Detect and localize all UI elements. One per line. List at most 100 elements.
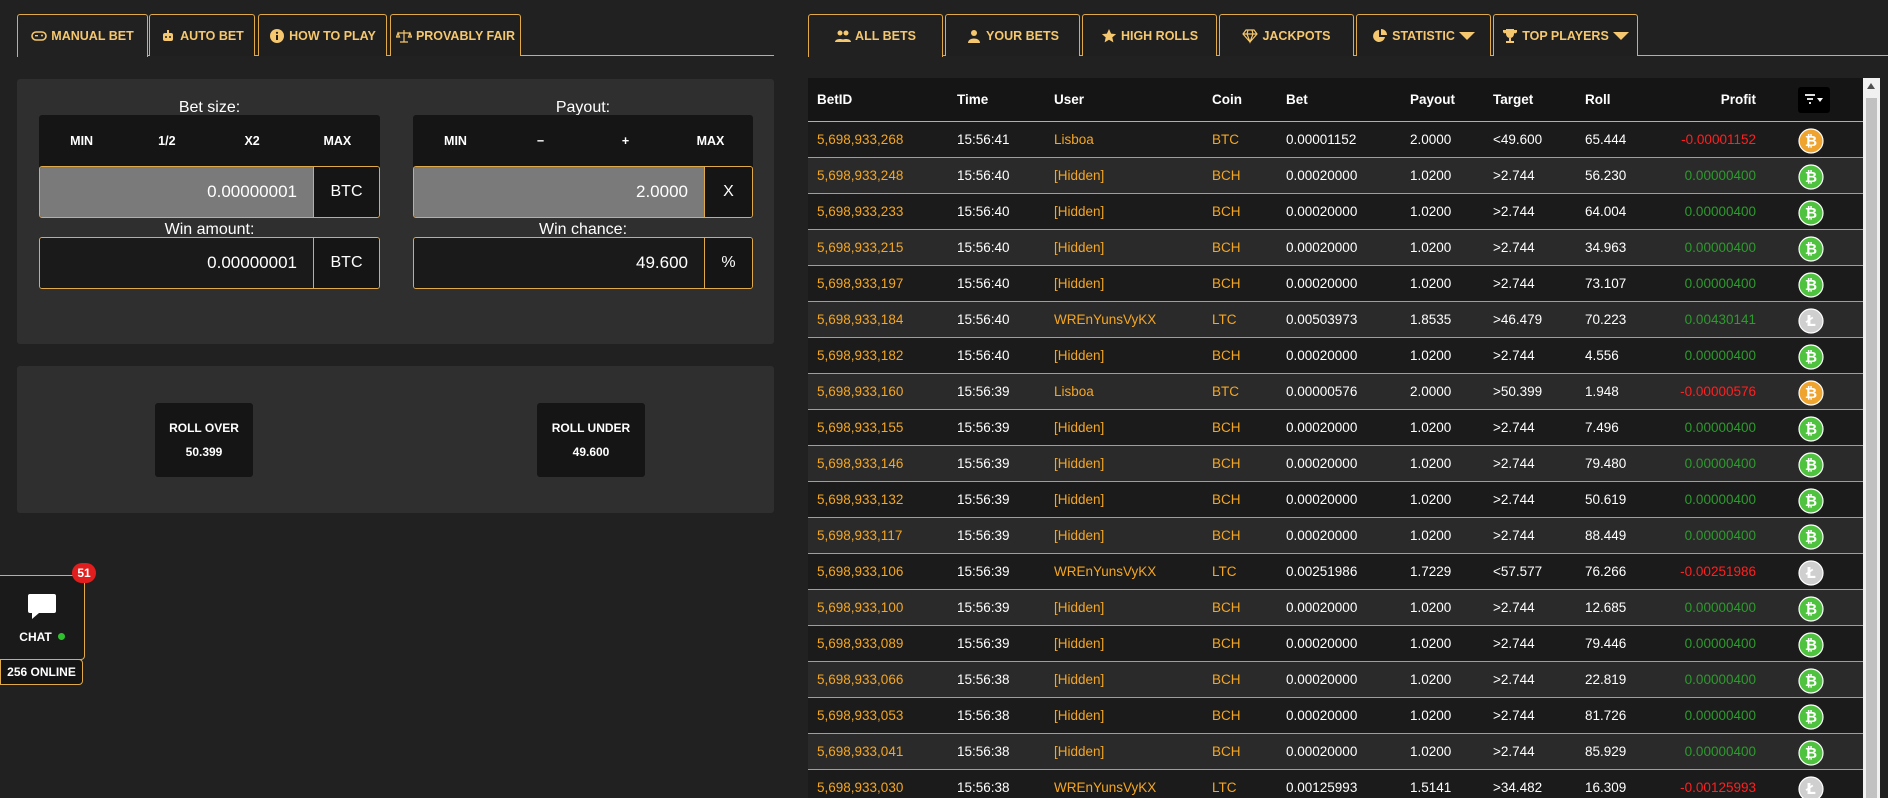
table-row[interactable]: 5,698,933,248 15:56:40 [Hidden] BCH 0.000200…	[808, 158, 1863, 194]
table-row[interactable]: 5,698,933,197 15:56:40 [Hidden] BCH 0.000200…	[808, 266, 1863, 302]
bet-user[interactable]: [Hidden]	[1054, 672, 1104, 687]
bet-id[interactable]: 5,698,933,248	[817, 168, 903, 183]
table-row[interactable]: 5,698,933,184 15:56:40 WREnYunsVyKX LTC 0.00…	[808, 302, 1863, 338]
table-row[interactable]: 5,698,933,053 15:56:38 [Hidden] BCH 0.000200…	[808, 698, 1863, 734]
payout-max-button[interactable]: MAX	[668, 115, 753, 167]
payout-increase-button[interactable]: +	[583, 115, 668, 167]
bet-user[interactable]: [Hidden]	[1054, 492, 1104, 507]
bet-id[interactable]: 5,698,933,197	[817, 276, 903, 291]
table-row[interactable]: 5,698,933,155 15:56:39 [Hidden] BCH 0.000200…	[808, 410, 1863, 446]
bet-user[interactable]: [Hidden]	[1054, 708, 1104, 723]
bet-user[interactable]: [Hidden]	[1054, 636, 1104, 651]
svg-text:Ł: Ł	[1805, 780, 1816, 798]
bet-size-field[interactable]: 0.00000001 BTC	[39, 166, 380, 218]
bet-user[interactable]: [Hidden]	[1054, 168, 1104, 183]
bet-id[interactable]: 5,698,933,146	[817, 456, 903, 471]
bet-size-input[interactable]: 0.00000001	[40, 167, 313, 217]
chat-button[interactable]: CHAT	[0, 575, 85, 660]
bet-profit: 0.00000400	[1684, 348, 1756, 363]
bet-id[interactable]: 5,698,933,215	[817, 240, 903, 255]
win-chance-input[interactable]: 49.600	[414, 238, 704, 288]
bet-user[interactable]: [Hidden]	[1054, 600, 1104, 615]
bet-id[interactable]: 5,698,933,053	[817, 708, 903, 723]
bet-user[interactable]: WREnYunsVyKX	[1054, 312, 1156, 327]
tab-statistic[interactable]: STATISTIC	[1356, 14, 1491, 56]
bet-id[interactable]: 5,698,933,106	[817, 564, 903, 579]
table-row[interactable]: 5,698,933,146 15:56:39 [Hidden] BCH 0.000200…	[808, 446, 1863, 482]
tab-how-to-play[interactable]: HOW TO PLAY	[258, 14, 387, 56]
bet-profit: -0.00251986	[1680, 564, 1756, 579]
table-row[interactable]: 5,698,933,117 15:56:39 [Hidden] BCH 0.000200…	[808, 518, 1863, 554]
scroll-up-arrow-icon[interactable]	[1867, 83, 1875, 89]
table-row[interactable]: 5,698,933,268 15:56:41 Lisboa BTC 0.00001152…	[808, 122, 1863, 158]
table-row[interactable]: 5,698,933,233 15:56:40 [Hidden] BCH 0.000200…	[808, 194, 1863, 230]
roll-over-button[interactable]: ROLL OVER 50.399	[155, 403, 253, 477]
table-row[interactable]: 5,698,933,160 15:56:39 Lisboa BTC 0.00000576…	[808, 374, 1863, 410]
payout-input[interactable]: 2.0000	[414, 167, 704, 217]
bet-target: >2.744	[1493, 492, 1535, 507]
table-row[interactable]: 5,698,933,066 15:56:38 [Hidden] BCH 0.000200…	[808, 662, 1863, 698]
bet-id[interactable]: 5,698,933,184	[817, 312, 903, 327]
payout-decrease-button[interactable]: −	[498, 115, 583, 167]
bet-user[interactable]: [Hidden]	[1054, 204, 1104, 219]
bch-coin-icon: ₿	[1798, 488, 1824, 514]
tab-top-players[interactable]: TOP PLAYERS	[1493, 14, 1638, 56]
table-row[interactable]: 5,698,933,030 15:56:38 WREnYunsVyKX LTC 0.00…	[808, 770, 1863, 798]
bet-id[interactable]: 5,698,933,233	[817, 204, 903, 219]
tab-high-rolls[interactable]: HIGH ROLLS	[1082, 14, 1217, 56]
filter-button[interactable]	[1798, 87, 1830, 113]
bet-target: >50.399	[1493, 384, 1543, 399]
table-row[interactable]: 5,698,933,041 15:56:38 [Hidden] BCH 0.000200…	[808, 734, 1863, 770]
bet-id[interactable]: 5,698,933,041	[817, 744, 903, 759]
tab-provably-fair[interactable]: PROVABLY FAIR	[390, 14, 521, 56]
bet-id[interactable]: 5,698,933,268	[817, 132, 903, 147]
bet-user[interactable]: [Hidden]	[1054, 528, 1104, 543]
bet-user[interactable]: [Hidden]	[1054, 744, 1104, 759]
table-row[interactable]: 5,698,933,100 15:56:39 [Hidden] BCH 0.000200…	[808, 590, 1863, 626]
table-row[interactable]: 5,698,933,182 15:56:40 [Hidden] BCH 0.000200…	[808, 338, 1863, 374]
bet-half-button[interactable]: 1/2	[124, 115, 209, 167]
tab-label: STATISTIC	[1392, 28, 1455, 43]
payout-min-button[interactable]: MIN	[413, 115, 498, 167]
bet-user[interactable]: [Hidden]	[1054, 240, 1104, 255]
bet-profit: 0.00000400	[1684, 600, 1756, 615]
win-amount-input[interactable]: 0.00000001	[40, 238, 313, 288]
tab-jackpots[interactable]: JACKPOTS	[1219, 14, 1354, 56]
bet-max-button[interactable]: MAX	[295, 115, 380, 167]
bet-user[interactable]: WREnYunsVyKX	[1054, 564, 1156, 579]
bet-profit: 0.00000400	[1684, 204, 1756, 219]
svg-text:₿: ₿	[1805, 528, 1817, 546]
bet-user[interactable]: Lisboa	[1054, 384, 1094, 399]
bet-user[interactable]: WREnYunsVyKX	[1054, 780, 1156, 795]
payout-field[interactable]: 2.0000 X	[413, 166, 753, 218]
win-chance-field[interactable]: 49.600 %	[413, 237, 753, 289]
bet-id[interactable]: 5,698,933,066	[817, 672, 903, 687]
win-amount-field[interactable]: 0.00000001 BTC	[39, 237, 380, 289]
table-row[interactable]: 5,698,933,106 15:56:39 WREnYunsVyKX LTC 0.00…	[808, 554, 1863, 590]
bet-id[interactable]: 5,698,933,030	[817, 780, 903, 795]
roll-under-button[interactable]: ROLL UNDER 49.600	[537, 403, 645, 477]
tab-manual-bet[interactable]: MANUAL BET	[17, 14, 148, 57]
bet-user[interactable]: Lisboa	[1054, 132, 1094, 147]
bet-id[interactable]: 5,698,933,182	[817, 348, 903, 363]
bet-id[interactable]: 5,698,933,117	[817, 528, 902, 543]
tab-all-bets[interactable]: ALL BETS	[808, 14, 943, 57]
bet-min-button[interactable]: MIN	[39, 115, 124, 167]
tab-your-bets[interactable]: YOUR BETS	[945, 14, 1080, 56]
bet-user[interactable]: [Hidden]	[1054, 276, 1104, 291]
tab-auto-bet[interactable]: AUTO BET	[149, 14, 255, 56]
bet-id[interactable]: 5,698,933,160	[817, 384, 903, 399]
table-row[interactable]: 5,698,933,089 15:56:39 [Hidden] BCH 0.000200…	[808, 626, 1863, 662]
bet-user[interactable]: [Hidden]	[1054, 456, 1104, 471]
table-row[interactable]: 5,698,933,132 15:56:39 [Hidden] BCH 0.000200…	[808, 482, 1863, 518]
table-row[interactable]: 5,698,933,215 15:56:40 [Hidden] BCH 0.000200…	[808, 230, 1863, 266]
table-scrollbar[interactable]	[1863, 78, 1880, 798]
bet-user[interactable]: [Hidden]	[1054, 420, 1104, 435]
bet-id[interactable]: 5,698,933,100	[817, 600, 903, 615]
bet-id[interactable]: 5,698,933,155	[817, 420, 903, 435]
bet-double-button[interactable]: X2	[210, 115, 295, 167]
bet-user[interactable]: [Hidden]	[1054, 348, 1104, 363]
bet-id[interactable]: 5,698,933,132	[817, 492, 903, 507]
scrollbar-thumb[interactable]	[1866, 98, 1877, 798]
bet-id[interactable]: 5,698,933,089	[817, 636, 903, 651]
